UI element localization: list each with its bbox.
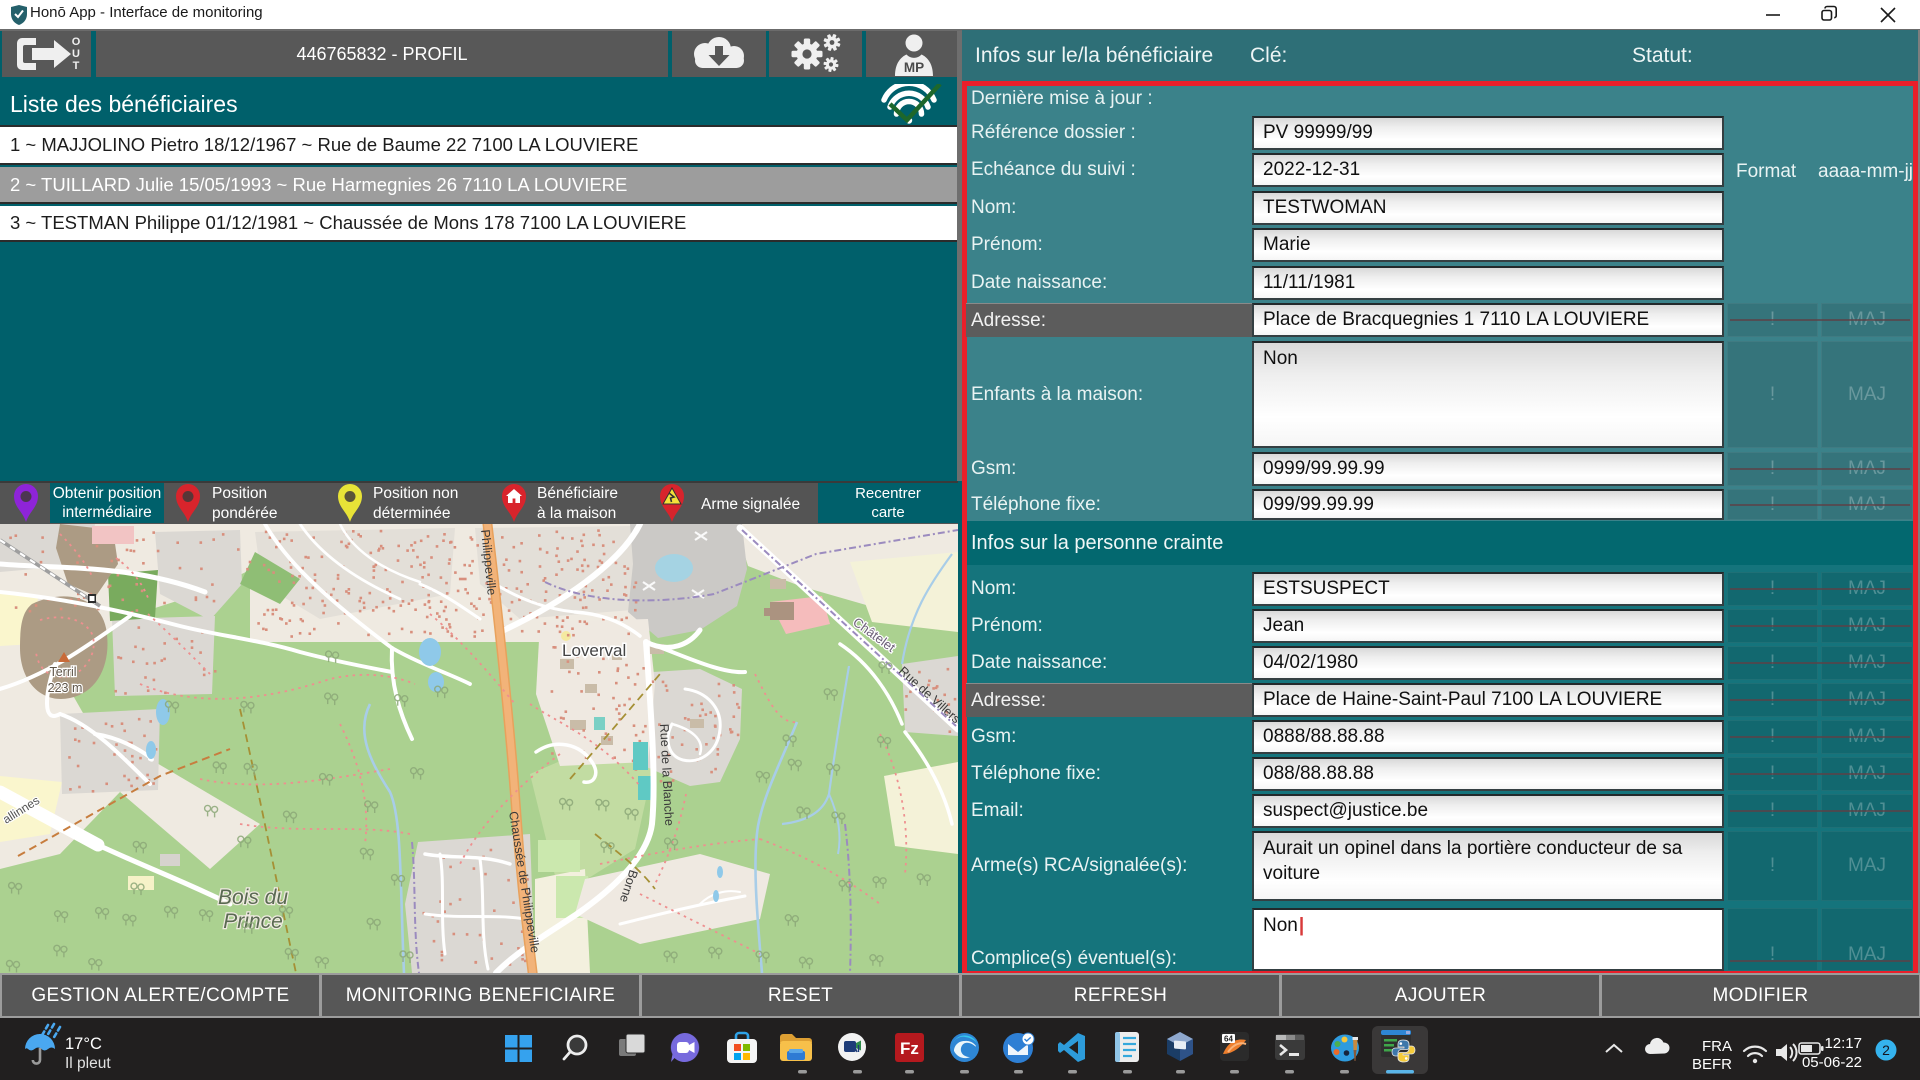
svg-text:Loverval: Loverval <box>562 641 626 660</box>
svg-text:T: T <box>73 60 80 72</box>
svg-text:Fz: Fz <box>900 1039 919 1058</box>
svg-text:Terril: Terril <box>49 665 76 679</box>
svg-text:FRA: FRA <box>1702 1038 1732 1055</box>
svg-text:Il pleut: Il pleut <box>65 1055 111 1072</box>
svg-text:64: 64 <box>1224 1035 1233 1044</box>
svg-text:U: U <box>72 48 80 60</box>
svg-text:223 m: 223 m <box>48 681 83 695</box>
svg-text:MP: MP <box>904 60 924 75</box>
svg-text:BEFR: BEFR <box>1692 1056 1732 1073</box>
svg-text:12:17: 12:17 <box>1824 1035 1862 1052</box>
svg-text:Prince: Prince <box>223 910 283 933</box>
svg-text:17°C: 17°C <box>65 1035 102 1053</box>
svg-text:Bois du: Bois du <box>218 886 288 909</box>
svg-text:2: 2 <box>1882 1042 1890 1058</box>
svg-text:O: O <box>72 36 81 48</box>
svg-text:05-06-22: 05-06-22 <box>1802 1054 1862 1071</box>
